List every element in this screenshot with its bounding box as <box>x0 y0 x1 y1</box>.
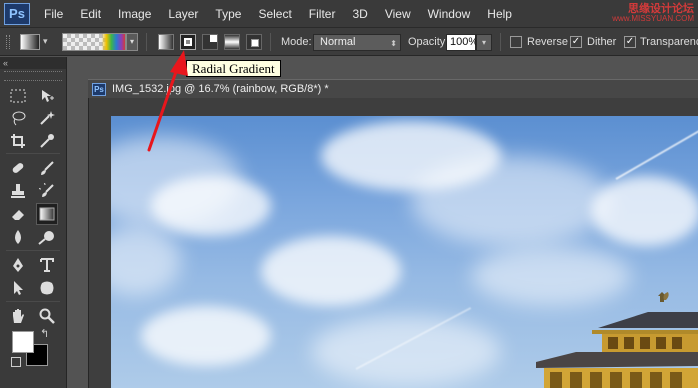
crop-tool-icon[interactable] <box>7 130 29 152</box>
move-tool-icon[interactable] <box>36 85 58 107</box>
menu-bar: Ps File Edit Image Layer Type Select Fil… <box>0 0 698 28</box>
radial-gradient-tooltip: Radial Gradient <box>186 60 281 77</box>
opacity-input[interactable]: 100% <box>446 34 478 51</box>
menu-view[interactable]: View <box>379 0 417 28</box>
pen-tool-icon[interactable] <box>7 254 29 276</box>
cloud <box>141 306 271 366</box>
radial-gradient-icon <box>184 38 192 46</box>
options-bar-grip[interactable] <box>6 35 10 49</box>
eraser-tool-icon[interactable] <box>7 203 29 225</box>
cloud <box>311 316 501 386</box>
tools-panel: « ↰ <box>0 57 67 388</box>
tool-preset-picker[interactable] <box>20 34 40 50</box>
gradient-picker[interactable] <box>62 33 126 51</box>
angle-gradient-button[interactable] <box>202 34 218 50</box>
history-brush-tool-icon[interactable] <box>36 180 58 202</box>
rectangular-marquee-tool-icon[interactable] <box>7 85 29 107</box>
divider <box>500 33 501 51</box>
path-selection-tool-icon[interactable] <box>7 277 29 299</box>
eyedropper-tool-icon[interactable] <box>36 130 58 152</box>
opacity-label: Opacity: <box>408 36 449 48</box>
annotation-arrow-icon <box>147 50 188 152</box>
golden-pavilion-image <box>536 292 698 388</box>
dither-checkbox[interactable]: ✓ <box>570 36 582 48</box>
mode-value: Normal <box>320 36 356 48</box>
cloud <box>151 176 271 236</box>
foreground-color-swatch[interactable] <box>12 331 34 353</box>
transparency-label: Transparency <box>640 36 698 48</box>
reflected-gradient-button[interactable] <box>224 34 240 50</box>
watermark-title: 思缘设计论坛 <box>628 3 694 15</box>
magic-wand-tool-icon[interactable] <box>36 107 58 129</box>
updown-arrows-icon: ⬍ <box>390 39 397 48</box>
menu-window[interactable]: Window <box>422 0 477 28</box>
opacity-chevron-down-icon[interactable]: ▾ <box>476 34 492 51</box>
reverse-checkbox[interactable] <box>510 36 522 48</box>
hand-tool-icon[interactable] <box>7 305 29 327</box>
custom-shape-tool-icon[interactable] <box>36 277 58 299</box>
menu-image[interactable]: Image <box>112 0 157 28</box>
divider <box>6 250 60 251</box>
tools-panel-grip[interactable] <box>4 71 62 81</box>
lasso-tool-icon[interactable] <box>7 107 29 129</box>
options-bar: ▾ ▾ Mode: Normal ⬍ Opacity: 100% ▾ Rever… <box>0 28 698 56</box>
diamond-gradient-button[interactable] <box>246 34 262 50</box>
menu-edit[interactable]: Edit <box>74 0 107 28</box>
photoshop-document-icon: Ps <box>92 82 106 96</box>
menu-3d[interactable]: 3D <box>346 0 373 28</box>
cloud <box>111 226 181 296</box>
cloud <box>591 176 698 246</box>
dither-label: Dither <box>587 36 617 48</box>
divider <box>6 153 60 154</box>
transparency-checkbox[interactable]: ✓ <box>624 36 636 48</box>
gradient-picker-chevron-down-icon[interactable]: ▾ <box>126 33 138 51</box>
photoshop-logo-icon: Ps <box>4 2 30 25</box>
swap-colors-icon[interactable]: ↰ <box>40 327 49 340</box>
brush-tool-icon[interactable] <box>36 157 58 179</box>
menu-select[interactable]: Select <box>252 0 297 28</box>
contrail <box>615 123 698 180</box>
menu-layer[interactable]: Layer <box>162 0 204 28</box>
menu-file[interactable]: File <box>38 0 69 28</box>
cloud <box>411 156 611 246</box>
cloud <box>261 236 401 306</box>
clone-stamp-tool-icon[interactable] <box>7 180 29 202</box>
divider <box>270 33 271 51</box>
gradient-tool-icon[interactable] <box>36 203 58 225</box>
mode-label: Mode: <box>281 36 312 48</box>
collapse-panel-button[interactable]: « <box>0 57 66 69</box>
menu-help[interactable]: Help <box>481 0 518 28</box>
watermark: 思缘设计论坛 www.MISSYUAN.COM <box>612 4 694 24</box>
type-tool-icon[interactable] <box>36 254 58 276</box>
menu-filter[interactable]: Filter <box>303 0 342 28</box>
zoom-tool-icon[interactable] <box>36 305 58 327</box>
divider <box>6 301 60 302</box>
blur-tool-icon[interactable] <box>7 226 29 248</box>
mode-dropdown[interactable]: Normal ⬍ <box>313 34 401 51</box>
menu-type[interactable]: Type <box>209 0 247 28</box>
dodge-tool-icon[interactable] <box>36 226 58 248</box>
reverse-label: Reverse <box>527 36 568 48</box>
tool-preset-chevron-down-icon[interactable]: ▾ <box>43 36 48 47</box>
watermark-url: www.MISSYUAN.COM <box>612 14 694 23</box>
default-colors-icon[interactable] <box>11 357 21 367</box>
healing-brush-tool-icon[interactable] <box>7 157 29 179</box>
